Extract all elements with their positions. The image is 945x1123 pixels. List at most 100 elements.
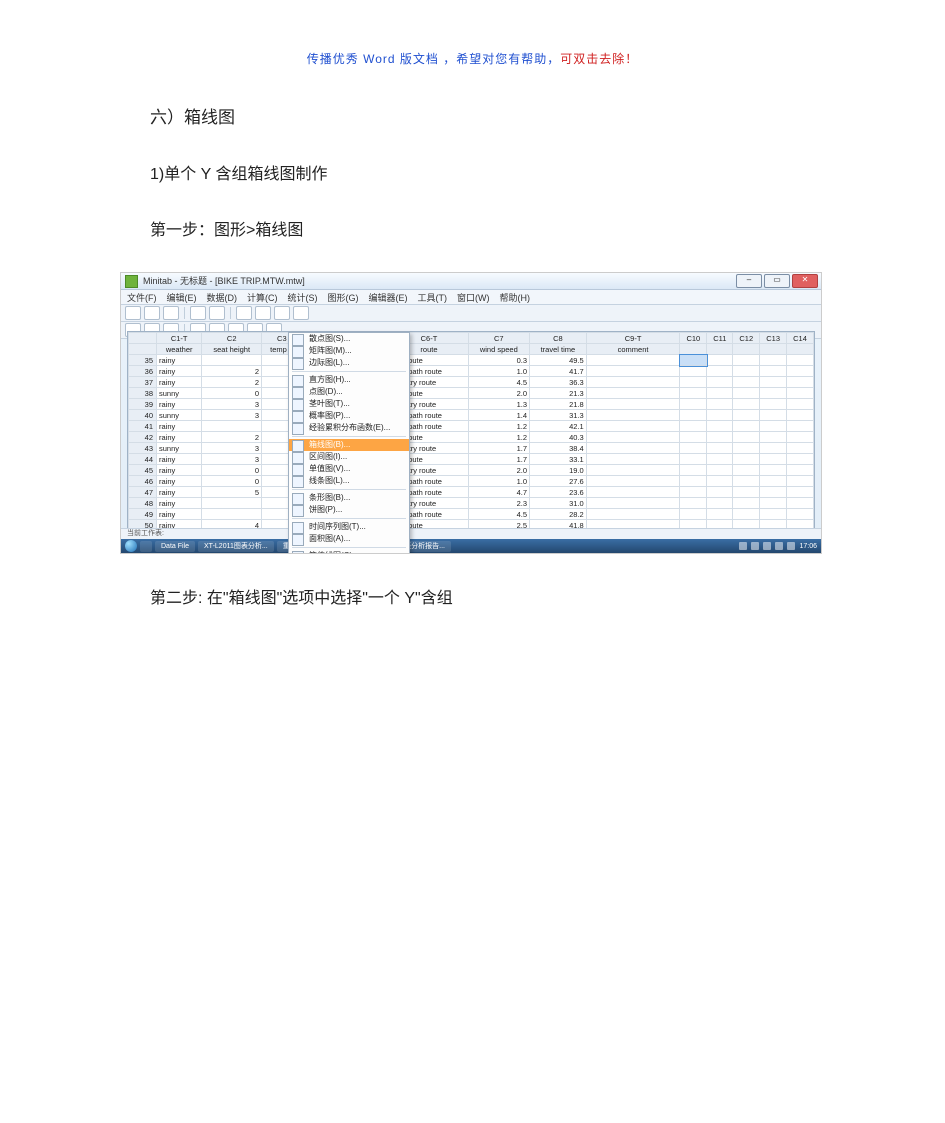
cell[interactable] <box>680 377 707 388</box>
cell[interactable]: 1.0 <box>468 476 529 487</box>
cell[interactable]: 21.3 <box>530 388 587 399</box>
column-header[interactable] <box>760 344 787 355</box>
row-number[interactable]: 48 <box>129 498 157 509</box>
cell[interactable]: 0.3 <box>468 355 529 366</box>
cell[interactable] <box>680 399 707 410</box>
cell[interactable]: 2.0 <box>468 388 529 399</box>
cell[interactable] <box>760 520 787 529</box>
cell[interactable]: 4.5 <box>468 509 529 520</box>
cell[interactable]: rainy <box>157 399 202 410</box>
tray-icon[interactable] <box>763 542 771 550</box>
cell[interactable]: 1.2 <box>468 421 529 432</box>
tray-icon[interactable] <box>775 542 783 550</box>
column-id[interactable]: C9-T <box>586 333 680 344</box>
cell[interactable] <box>760 388 787 399</box>
cell[interactable] <box>586 487 680 498</box>
row-number[interactable]: 47 <box>129 487 157 498</box>
cell[interactable] <box>733 454 760 465</box>
cell[interactable]: 31.0 <box>530 498 587 509</box>
cell[interactable] <box>760 476 787 487</box>
cell[interactable] <box>733 366 760 377</box>
column-header[interactable]: weather <box>157 344 202 355</box>
menu-item[interactable]: 经验累积分布函数(E)... <box>289 422 409 434</box>
menu-item[interactable]: 概率图(P)... <box>289 410 409 422</box>
cell[interactable] <box>707 399 733 410</box>
menu-item[interactable]: 计算(C) <box>247 291 278 304</box>
cell[interactable] <box>680 410 707 421</box>
row-number[interactable]: 36 <box>129 366 157 377</box>
cell[interactable] <box>680 509 707 520</box>
menu-item[interactable]: 工具(T) <box>418 291 448 304</box>
cell[interactable]: sunny <box>157 443 202 454</box>
cell[interactable] <box>680 355 707 366</box>
cell[interactable] <box>680 520 707 529</box>
cell[interactable]: 2 <box>202 366 262 377</box>
cell[interactable]: 1.4 <box>468 410 529 421</box>
cell[interactable] <box>787 432 814 443</box>
column-header[interactable]: wind speed <box>468 344 529 355</box>
cell[interactable] <box>707 377 733 388</box>
cell[interactable] <box>760 399 787 410</box>
cell[interactable] <box>680 432 707 443</box>
graph-menu-dropdown[interactable]: 散点图(S)...矩阵图(M)...边际图(L)...直方图(H)...点图(D… <box>288 332 410 554</box>
cell[interactable] <box>760 377 787 388</box>
cell[interactable] <box>680 443 707 454</box>
cell[interactable] <box>707 388 733 399</box>
row-number[interactable]: 49 <box>129 509 157 520</box>
row-number[interactable]: 50 <box>129 520 157 529</box>
menu-item[interactable]: 单值图(V)... <box>289 463 409 475</box>
cell[interactable] <box>680 454 707 465</box>
row-number[interactable]: 37 <box>129 377 157 388</box>
row-number[interactable]: 44 <box>129 454 157 465</box>
cell[interactable] <box>787 399 814 410</box>
cell[interactable] <box>760 432 787 443</box>
cell[interactable]: 2 <box>202 432 262 443</box>
cell[interactable] <box>760 454 787 465</box>
toolbar-button[interactable] <box>274 306 290 320</box>
menu-item[interactable]: 时间序列图(T)... <box>289 521 409 533</box>
menu-item[interactable]: 点图(D)... <box>289 386 409 398</box>
cell[interactable] <box>586 509 680 520</box>
cell[interactable] <box>787 498 814 509</box>
tray-icon[interactable] <box>751 542 759 550</box>
cell[interactable] <box>586 498 680 509</box>
row-number[interactable]: 38 <box>129 388 157 399</box>
cell[interactable]: 27.6 <box>530 476 587 487</box>
cell[interactable]: 4.7 <box>468 487 529 498</box>
cell[interactable]: 1.0 <box>468 366 529 377</box>
cell[interactable] <box>680 498 707 509</box>
cell[interactable]: 2 <box>202 377 262 388</box>
tray-icon[interactable] <box>787 542 795 550</box>
cell[interactable] <box>707 421 733 432</box>
row-number[interactable]: 35 <box>129 355 157 366</box>
cell[interactable] <box>586 454 680 465</box>
toolbar-button[interactable] <box>236 306 252 320</box>
cell[interactable]: rainy <box>157 366 202 377</box>
cell[interactable] <box>707 443 733 454</box>
cell[interactable] <box>760 410 787 421</box>
cell[interactable] <box>707 476 733 487</box>
cell[interactable] <box>586 377 680 388</box>
worksheet-grid[interactable]: C1-TC2C3C4C5C6-TC7C8C9-TC10C11C12C13C14w… <box>128 332 814 528</box>
cell[interactable] <box>760 355 787 366</box>
column-header[interactable]: travel time <box>530 344 587 355</box>
cell[interactable] <box>760 366 787 377</box>
taskbar-tab[interactable] <box>140 541 152 552</box>
cell[interactable]: 28.2 <box>530 509 587 520</box>
cell[interactable]: 1.7 <box>468 454 529 465</box>
cell[interactable] <box>707 366 733 377</box>
cell[interactable]: sunny <box>157 410 202 421</box>
menu-item[interactable]: 饼图(P)... <box>289 504 409 516</box>
column-id[interactable]: C2 <box>202 333 262 344</box>
cell[interactable]: 41.8 <box>530 520 587 529</box>
cell[interactable] <box>707 454 733 465</box>
cell[interactable] <box>787 443 814 454</box>
cell[interactable] <box>680 388 707 399</box>
column-header[interactable] <box>733 344 760 355</box>
menu-item[interactable]: 窗口(W) <box>457 291 490 304</box>
cell[interactable]: rainy <box>157 377 202 388</box>
menu-item[interactable]: 区间图(I)... <box>289 451 409 463</box>
cell[interactable] <box>733 388 760 399</box>
column-id[interactable]: C12 <box>733 333 760 344</box>
column-id[interactable] <box>129 333 157 344</box>
